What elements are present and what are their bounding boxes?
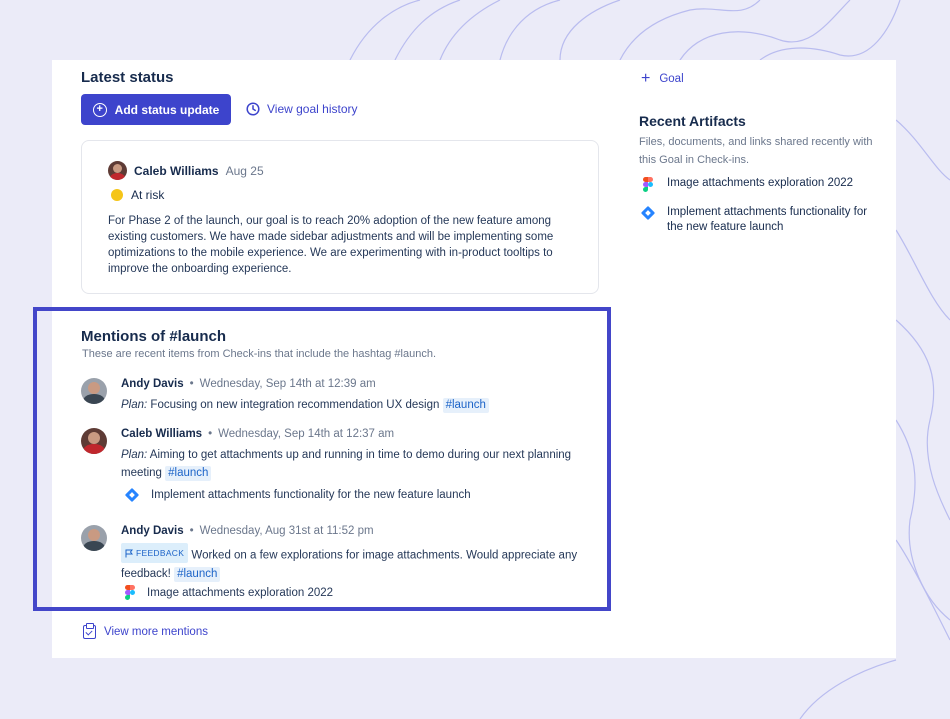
status-body-text: For Phase 2 of the launch, our goal is t… <box>108 215 554 275</box>
plus-icon: + <box>641 70 651 87</box>
separator-dot: • <box>189 525 194 537</box>
separator-dot: • <box>189 378 194 390</box>
mention-artifact-label: Image attachments exploration 2022 <box>147 586 334 599</box>
artifact-label: Image attachments exploration 2022 <box>667 177 854 189</box>
artifact-item[interactable]: Implement attachments functionality for … <box>641 205 881 235</box>
jira-icon <box>641 206 655 220</box>
view-goal-history-label: View goal history <box>267 102 358 116</box>
figma-icon <box>643 177 653 192</box>
status-update-card: Caleb Williams Aug 25 At risk For Phase … <box>81 140 599 294</box>
mention-time[interactable]: Wednesday, Sep 14th at 12:39 am <box>200 378 376 390</box>
avatar <box>81 428 107 454</box>
flag-icon <box>125 549 133 557</box>
mention-text: Plan: Aiming to get attachments up and r… <box>121 446 596 482</box>
mention-author[interactable]: Caleb Williams <box>121 428 202 440</box>
avatar <box>108 161 127 180</box>
clock-icon <box>246 102 260 116</box>
mention-header: Andy Davis • Wednesday, Sep 14th at 12:3… <box>121 378 376 390</box>
jira-icon <box>125 488 139 502</box>
plan-label: Plan: <box>121 449 148 461</box>
mention-artifact-link[interactable]: Implement attachments functionality for … <box>125 488 471 502</box>
separator-dot: • <box>208 428 213 440</box>
add-status-update-button[interactable]: + Add status update <box>81 94 231 125</box>
artifact-item[interactable]: Image attachments exploration 2022 <box>641 176 881 192</box>
add-goal-link[interactable]: + Goal <box>641 70 684 87</box>
mention-time[interactable]: Wednesday, Sep 14th at 12:37 am <box>218 428 394 440</box>
view-more-mentions-label: View more mentions <box>104 626 208 638</box>
clipboard-check-icon <box>83 623 96 639</box>
plan-label: Plan: <box>121 399 148 411</box>
plus-circle-icon: + <box>92 102 107 117</box>
status-risk-row: At risk <box>111 188 164 202</box>
mention-item: Andy Davis • Wednesday, Aug 31st at 11:5… <box>81 525 601 605</box>
avatar <box>81 378 107 404</box>
status-author-name: Caleb Williams <box>134 163 219 178</box>
add-status-update-label: Add status update <box>114 102 220 117</box>
artifact-label: Implement attachments functionality for … <box>667 206 868 233</box>
mention-time[interactable]: Wednesday, Aug 31st at 11:52 pm <box>200 525 374 537</box>
mentions-subtitle: These are recent items from Check-ins th… <box>82 348 437 360</box>
mention-text: FEEDBACK Worked on a few explorations fo… <box>121 543 596 583</box>
mention-artifact-link[interactable]: Image attachments exploration 2022 <box>125 585 333 600</box>
mentions-title: Mentions of #launch <box>81 328 227 345</box>
mention-text: Plan: Focusing on new integration recomm… <box>121 396 596 414</box>
avatar <box>81 525 107 551</box>
mention-author[interactable]: Andy Davis <box>121 378 184 390</box>
mention-author[interactable]: Andy Davis <box>121 525 184 537</box>
hashtag-launch[interactable]: #launch <box>174 566 221 582</box>
feedback-badge: FEEDBACK <box>121 543 189 563</box>
view-goal-history-link[interactable]: View goal history <box>246 102 358 116</box>
mention-header: Andy Davis • Wednesday, Aug 31st at 11:5… <box>121 525 374 537</box>
status-author-row: Caleb Williams Aug 25 <box>108 161 264 180</box>
status-date: Aug 25 <box>225 163 264 178</box>
add-goal-label: Goal <box>659 73 684 85</box>
mention-header: Caleb Williams • Wednesday, Sep 14th at … <box>121 428 394 440</box>
hashtag-launch[interactable]: #launch <box>442 398 489 413</box>
at-risk-status-dot-icon <box>111 189 123 201</box>
recent-artifacts-subtitle: Files, documents, and links shared recen… <box>639 136 873 166</box>
mention-item: Caleb Williams • Wednesday, Sep 14th at … <box>81 428 601 512</box>
recent-artifacts-title: Recent Artifacts <box>639 113 746 129</box>
feedback-badge-label: FEEDBACK <box>136 548 185 558</box>
mention-artifact-label: Implement attachments functionality for … <box>151 489 471 501</box>
view-more-mentions-link[interactable]: View more mentions <box>83 623 208 639</box>
status-label: At risk <box>131 188 165 202</box>
figma-icon <box>125 585 135 600</box>
mention-item: Andy Davis • Wednesday, Sep 14th at 12:3… <box>81 378 601 418</box>
latest-status-title: Latest status <box>81 69 174 86</box>
mention-body: Focusing on new integration recommendati… <box>150 399 440 411</box>
hashtag-launch[interactable]: #launch <box>165 466 212 481</box>
